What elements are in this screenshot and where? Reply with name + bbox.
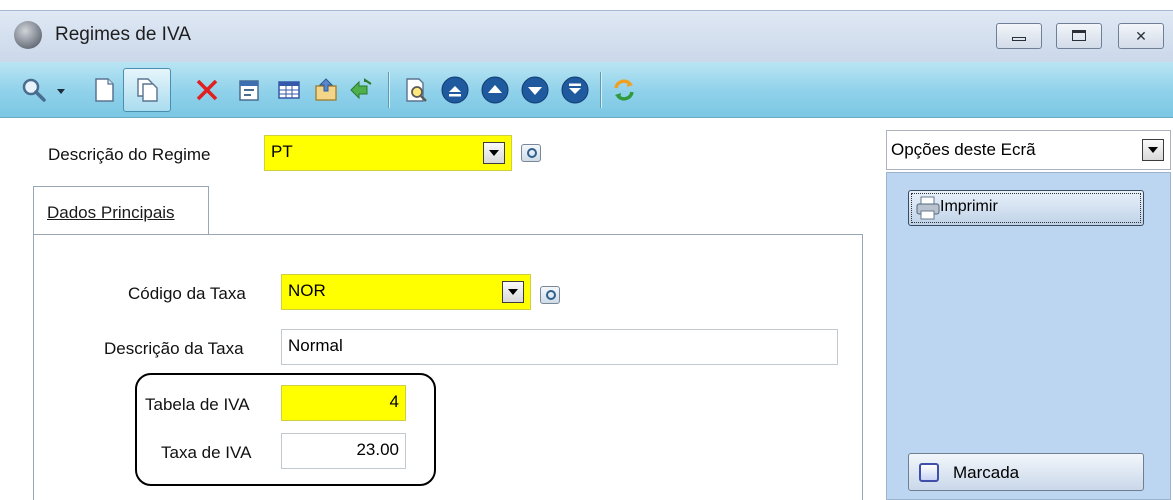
next-record-icon[interactable] bbox=[520, 75, 550, 105]
toolbar-separator bbox=[600, 72, 602, 108]
print-preview-icon[interactable] bbox=[402, 76, 430, 104]
main-form: Descrição do Regime PT Dados Principais … bbox=[0, 119, 868, 500]
options-dropdown-arrow[interactable] bbox=[1142, 139, 1164, 161]
maximize-button[interactable] bbox=[1056, 23, 1102, 49]
search-dropdown-icon[interactable] bbox=[54, 76, 68, 104]
descricao-taxa-field[interactable]: Normal bbox=[281, 329, 838, 365]
marcada-label: Marcada bbox=[953, 463, 1020, 482]
options-actions: Imprimir Marcada bbox=[886, 172, 1171, 500]
minimize-button[interactable] bbox=[996, 23, 1042, 49]
tabela-iva-label: Tabela de IVA bbox=[145, 395, 250, 414]
taxa-iva-field[interactable]: 23.00 bbox=[281, 433, 406, 469]
codigo-taxa-select[interactable]: NOR bbox=[281, 274, 531, 310]
codigo-taxa-value: NOR bbox=[288, 281, 326, 300]
previous-record-icon[interactable] bbox=[480, 75, 510, 105]
properties-icon[interactable] bbox=[235, 76, 263, 104]
print-button[interactable]: Imprimir bbox=[908, 190, 1144, 226]
regime-select[interactable]: PT bbox=[264, 135, 512, 171]
export-icon[interactable] bbox=[312, 76, 340, 104]
tabela-iva-field[interactable]: 4 bbox=[281, 385, 406, 421]
codigo-taxa-label: Código da Taxa bbox=[128, 284, 246, 303]
regime-lookup-icon[interactable] bbox=[521, 144, 541, 162]
grid-icon[interactable] bbox=[275, 76, 303, 104]
codigo-taxa-dropdown-arrow[interactable] bbox=[502, 281, 524, 303]
options-select[interactable]: Opções deste Ecrã bbox=[886, 130, 1171, 170]
title-bar: Regimes de IVA ✕ bbox=[0, 10, 1173, 62]
close-button[interactable]: ✕ bbox=[1118, 23, 1164, 49]
regime-value: PT bbox=[271, 142, 293, 161]
close-icon: ✕ bbox=[1135, 28, 1147, 44]
maximize-icon bbox=[1072, 30, 1086, 41]
first-record-icon[interactable] bbox=[440, 75, 470, 105]
marcada-checkbox-icon bbox=[919, 463, 939, 482]
taxa-iva-label: Taxa de IVA bbox=[161, 443, 252, 462]
regimes-de-iva-window: Regimes de IVA ✕ Descrição do Regime PT … bbox=[0, 0, 1173, 500]
minimize-icon bbox=[1012, 37, 1026, 41]
options-panel: Opções deste Ecrã Imprimir Marcada bbox=[886, 130, 1172, 500]
window-title: Regimes de IVA bbox=[55, 24, 191, 45]
app-icon bbox=[14, 21, 42, 49]
new-document-icon[interactable] bbox=[90, 76, 118, 104]
codigo-taxa-lookup-icon[interactable] bbox=[540, 286, 560, 304]
marcada-button[interactable]: Marcada bbox=[908, 453, 1144, 491]
copy-document-icon bbox=[137, 78, 158, 102]
import-icon[interactable] bbox=[347, 76, 375, 104]
print-label: Imprimir bbox=[940, 198, 998, 215]
last-record-icon[interactable] bbox=[560, 75, 590, 105]
descricao-taxa-label: Descrição da Taxa bbox=[104, 339, 244, 358]
regime-label: Descrição do Regime bbox=[48, 145, 211, 164]
toolbar-separator bbox=[388, 72, 390, 108]
search-icon[interactable] bbox=[20, 76, 48, 104]
toolbar bbox=[0, 62, 1173, 118]
tab-dados-principais[interactable]: Dados Principais bbox=[33, 186, 209, 235]
options-label: Opções deste Ecrã bbox=[891, 140, 1036, 159]
printer-icon bbox=[916, 196, 940, 220]
delete-icon[interactable] bbox=[193, 76, 221, 104]
regime-dropdown-arrow[interactable] bbox=[483, 142, 505, 164]
tab-label: Dados Principais bbox=[47, 203, 175, 222]
refresh-icon[interactable] bbox=[610, 76, 638, 104]
